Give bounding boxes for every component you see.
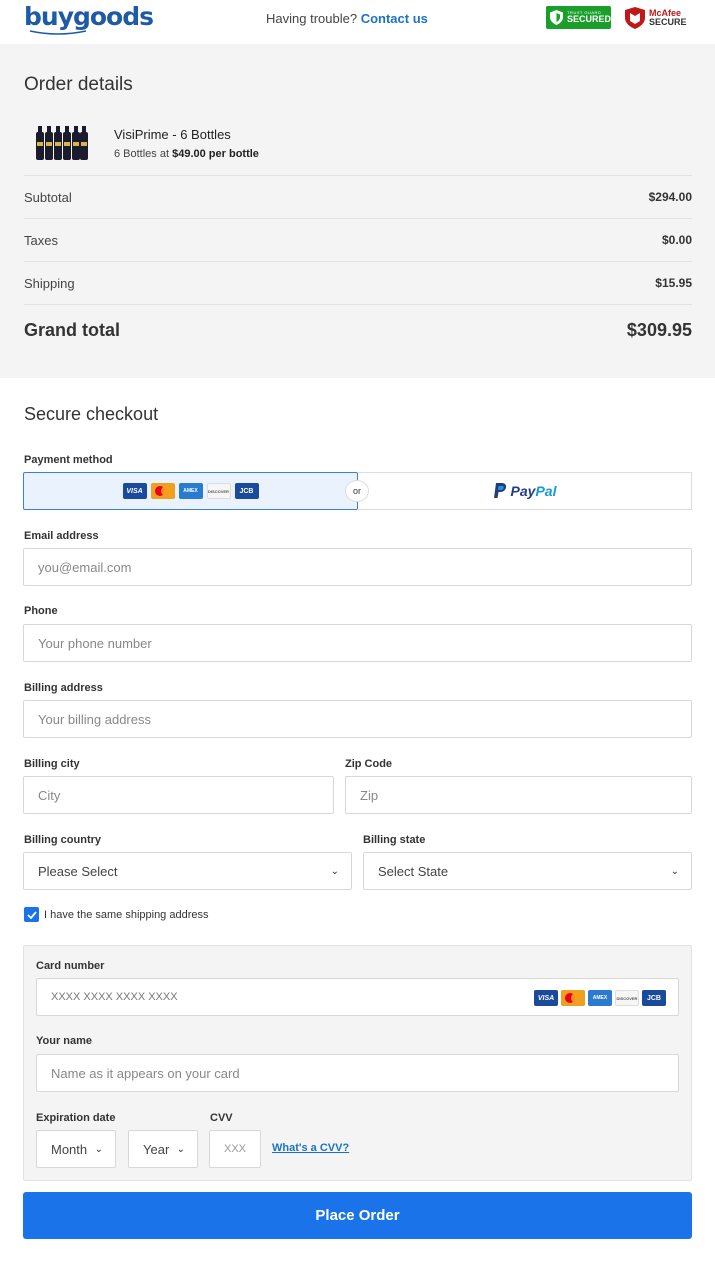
card-number-label: Card number <box>36 960 105 972</box>
billing-city-label: Billing city <box>24 758 80 770</box>
paypal-wordmark: PayPal <box>511 483 557 499</box>
jcb-icon: JCB <box>234 483 259 499</box>
secure-checkout-title: Secure checkout <box>24 404 159 424</box>
amex-icon: AMEX <box>588 990 612 1006</box>
expiration-year-select[interactable]: Year ⌄ <box>128 1130 198 1168</box>
month-value: Month <box>51 1141 88 1157</box>
chevron-down-icon: ⌄ <box>670 865 679 877</box>
billing-country-select[interactable]: Please Select ⌄ <box>23 852 352 890</box>
product-desc-prefix: 6 Bottles at <box>114 148 170 160</box>
buygoods-logo[interactable]: buygoods <box>24 2 154 31</box>
email-label: Email address <box>24 530 99 542</box>
credit-card-option[interactable]: VISA AMEX DISCOVER JCB <box>23 472 358 510</box>
your-name-label: Your name <box>36 1035 93 1047</box>
paypal-pal: Pal <box>535 483 557 499</box>
subtotal-row: Subtotal $294.00 <box>24 175 692 218</box>
chevron-down-icon: ⌄ <box>176 1143 185 1155</box>
paypal-icon <box>493 483 506 498</box>
phone-label: Phone <box>24 605 58 617</box>
city-field[interactable]: City <box>23 776 334 814</box>
payment-method-label: Payment method <box>24 454 113 466</box>
email-field[interactable]: you@email.com <box>23 548 692 586</box>
taxes-label: Taxes <box>24 233 58 248</box>
card-brand-icons: VISA AMEX DISCOVER JCB <box>534 990 666 1006</box>
year-value: Year <box>143 1141 170 1157</box>
mastercard-icon <box>561 990 585 1006</box>
trust-guard-text: SECURED <box>566 14 611 24</box>
trust-guard-badge: TRUST GUARD SECURED <box>546 6 611 29</box>
header: buygoods Having trouble? Contact us TRUS… <box>0 0 715 44</box>
cvv-field[interactable]: XXX <box>209 1130 261 1168</box>
order-details-title: Order details <box>24 74 133 95</box>
card-number-placeholder: XXXX XXXX XXXX XXXX <box>51 991 178 1003</box>
shipping-value: $15.95 <box>655 276 692 290</box>
jcb-icon: JCB <box>642 990 666 1006</box>
expiration-month-select[interactable]: Month ⌄ <box>36 1130 116 1168</box>
whats-a-cvv-link[interactable]: What's a CVV? <box>272 1142 349 1154</box>
visa-icon: VISA <box>534 990 558 1006</box>
mcafee-shield-icon <box>625 7 645 29</box>
same-shipping-checkbox[interactable] <box>24 907 39 922</box>
chevron-down-icon: ⌄ <box>330 865 339 877</box>
grand-total-value: $309.95 <box>626 320 692 340</box>
zip-field[interactable]: Zip <box>345 776 692 814</box>
billing-state-label: Billing state <box>363 834 426 846</box>
amex-icon: AMEX <box>178 483 203 499</box>
shield-icon <box>550 10 563 25</box>
help-text: Having trouble? Contact us <box>266 11 428 26</box>
zip-label: Zip Code <box>345 758 393 770</box>
shipping-row: Shipping $15.95 <box>24 261 692 304</box>
order-details-section: Order details VisiPrime - 6 Bottles 6 Bo… <box>0 44 715 378</box>
or-divider: or <box>345 480 369 502</box>
card-number-field[interactable]: XXXX XXXX XXXX XXXX VISA AMEX DISCOVER J… <box>36 978 679 1016</box>
payment-method-selector: VISA AMEX DISCOVER JCB PayPal or <box>23 472 692 510</box>
logo-swoosh-icon <box>29 30 87 35</box>
billing-state-value: Select State <box>378 863 449 879</box>
grand-total-row: Grand total $309.95 <box>24 304 692 354</box>
mcafee-bottom: SECURE <box>649 17 687 27</box>
trouble-text: Having trouble? <box>266 11 358 26</box>
same-shipping-label: I have the same shipping address <box>44 909 209 921</box>
check-icon <box>26 910 37 919</box>
expiration-date-label: Expiration date <box>36 1112 116 1124</box>
mcafee-badge: McAfee SECURE <box>625 5 695 31</box>
billing-address-field[interactable]: Your billing address <box>23 700 692 738</box>
discover-icon: DISCOVER <box>206 483 231 499</box>
subtotal-value: $294.00 <box>648 190 692 204</box>
paypal-option[interactable]: PayPal <box>358 472 692 510</box>
shipping-label: Shipping <box>24 276 75 291</box>
discover-icon: DISCOVER <box>615 990 639 1006</box>
product-name: VisiPrime - 6 Bottles <box>114 127 231 142</box>
taxes-value: $0.00 <box>661 233 692 247</box>
mastercard-icon <box>150 483 175 499</box>
cardholder-name-field[interactable]: Name as it appears on your card <box>36 1054 679 1092</box>
billing-country-label: Billing country <box>24 834 101 846</box>
billing-state-select[interactable]: Select State ⌄ <box>363 852 692 890</box>
billing-address-label: Billing address <box>24 682 103 694</box>
phone-field[interactable]: Your phone number <box>23 624 692 662</box>
product-description: 6 Bottles at $49.00 per bottle <box>114 148 259 160</box>
grand-total-label: Grand total <box>24 320 121 340</box>
product-bottles-image <box>36 126 88 160</box>
visa-icon: VISA <box>122 483 147 499</box>
product-price-per-bottle: $49.00 per bottle <box>172 148 259 160</box>
contact-us-link[interactable]: Contact us <box>361 11 428 26</box>
subtotal-label: Subtotal <box>24 190 72 205</box>
taxes-row: Taxes $0.00 <box>24 218 692 261</box>
chevron-down-icon: ⌄ <box>94 1143 103 1155</box>
cvv-label: CVV <box>210 1112 233 1124</box>
place-order-button[interactable]: Place Order <box>23 1192 692 1239</box>
paypal-pay: Pay <box>510 483 536 499</box>
billing-country-value: Please Select <box>38 863 118 879</box>
